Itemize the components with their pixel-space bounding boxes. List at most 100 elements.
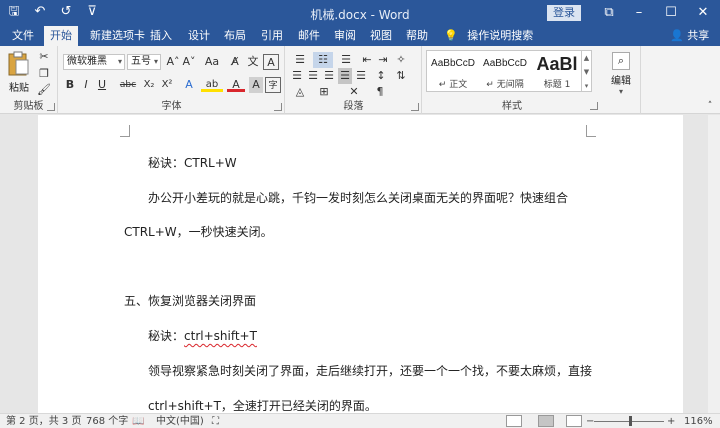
- editing-label: 编辑: [611, 76, 631, 87]
- document-page[interactable]: 秘诀：CTRL+W 办公开小差玩的就是心跳，千钧一发时刻怎么关闭桌面无关的界面呢…: [38, 115, 683, 413]
- line-spacing-icon[interactable]: ↕: [372, 68, 390, 84]
- styles-launcher-icon[interactable]: [590, 102, 598, 110]
- style-no-spacing[interactable]: AaBbCcD ↵ 无间隔: [479, 51, 531, 93]
- tab-view[interactable]: 视图: [364, 26, 398, 46]
- paste-label: 粘贴: [9, 83, 29, 94]
- style-normal[interactable]: AaBbCcD ↵ 正文: [427, 51, 479, 93]
- print-layout-icon[interactable]: [538, 415, 554, 427]
- styles-gallery-scroll[interactable]: ▲ ▼ ▾: [582, 50, 592, 92]
- person-icon: 👤: [670, 29, 684, 42]
- justify-icon[interactable]: ☰: [338, 68, 352, 84]
- font-group-label: 字体: [161, 101, 182, 112]
- tab-insert[interactable]: 插入: [144, 26, 178, 46]
- doc-paragraph: 秘诀：ctrl+shift+T: [148, 327, 257, 344]
- increase-indent-icon[interactable]: ⇥: [376, 52, 390, 68]
- align-center-icon[interactable]: ☰: [306, 68, 320, 84]
- tab-layout[interactable]: 布局: [218, 26, 252, 46]
- tab-mailings[interactable]: 邮件: [292, 26, 326, 46]
- grow-font-icon[interactable]: A˄: [165, 54, 181, 70]
- word-count[interactable]: 768 个字: [86, 415, 128, 428]
- minimize-button[interactable]: –: [624, 0, 654, 26]
- font-launcher-icon[interactable]: [274, 103, 282, 111]
- close-button[interactable]: ✕: [688, 0, 718, 26]
- zoom-level[interactable]: 116%: [684, 415, 713, 428]
- chinese-layout-icon[interactable]: ✧: [394, 52, 408, 68]
- sort-icon[interactable]: ⇅: [394, 68, 408, 84]
- zoom-in-button[interactable]: +: [667, 415, 675, 428]
- editing-button[interactable]: ⌕ 编辑 ▾: [605, 52, 637, 96]
- style-heading-1[interactable]: AaBl 标题 1: [531, 51, 583, 93]
- doc-paragraph: CTRL+W，一秒快速关闭。: [124, 225, 273, 239]
- maximize-button[interactable]: ☐: [656, 0, 686, 26]
- login-button[interactable]: 登录: [547, 5, 581, 21]
- copy-icon[interactable]: ❐: [36, 66, 52, 82]
- align-right-icon[interactable]: ☰: [322, 68, 336, 84]
- shrink-font-icon[interactable]: A˅: [181, 54, 197, 70]
- accessibility-icon[interactable]: ⛶: [212, 415, 219, 428]
- language-indicator[interactable]: 中文(中国): [156, 415, 204, 428]
- spelling-marked-text[interactable]: ctrl+shift+T: [184, 329, 257, 343]
- more-styles-icon[interactable]: ▾: [582, 79, 591, 93]
- tab-home[interactable]: 开始: [44, 26, 78, 46]
- character-shading-icon[interactable]: A: [249, 77, 263, 93]
- decrease-indent-icon[interactable]: ⇤: [360, 52, 374, 68]
- tell-me-search[interactable]: 💡 操作说明搜索: [444, 26, 533, 46]
- spelling-marked-text[interactable]: ctrl+shift+T: [148, 399, 221, 413]
- tell-me-label: 操作说明搜索: [467, 29, 534, 42]
- proofing-icon[interactable]: 📖: [132, 415, 144, 428]
- read-mode-icon[interactable]: [506, 415, 522, 427]
- multilevel-list-icon[interactable]: ☰: [336, 52, 356, 68]
- styles-group-label: 样式: [502, 101, 522, 112]
- chevron-up-icon[interactable]: ▲: [582, 51, 591, 65]
- phonetic-guide-icon[interactable]: 文: [245, 54, 261, 70]
- clear-formatting-icon[interactable]: A̸: [227, 54, 243, 70]
- bold-button[interactable]: B: [63, 77, 77, 93]
- document-area: 秘诀：CTRL+W 办公开小差玩的就是心跳，千钧一发时刻怎么关闭桌面无关的界面呢…: [0, 115, 720, 413]
- character-border-icon[interactable]: 字: [265, 77, 281, 93]
- tab-references[interactable]: 引用: [255, 26, 289, 46]
- strikethrough-button[interactable]: abc: [117, 77, 139, 93]
- tab-review[interactable]: 审阅: [328, 26, 362, 46]
- page-corner-mark: [586, 125, 596, 137]
- align-left-icon[interactable]: ☰: [290, 68, 304, 84]
- enclose-characters-icon[interactable]: A: [263, 54, 279, 70]
- distributed-icon[interactable]: ☰: [354, 68, 368, 84]
- doc-paragraph: 领导视察紧急时刻关闭了界面，走后继续打开，还要一个一个找，不要太麻烦，直接: [148, 364, 593, 378]
- tab-file[interactable]: 文件: [6, 26, 40, 46]
- font-size-select[interactable]: 五号 ▾: [127, 54, 161, 70]
- style-no-spacing-name: ↵ 无间隔: [486, 80, 524, 90]
- format-painter-icon[interactable]: 🖌: [36, 82, 52, 98]
- numbering-icon[interactable]: ☷: [313, 52, 333, 68]
- font-color-icon[interactable]: A: [227, 77, 245, 92]
- tab-new-tab[interactable]: 新建选项卡: [84, 26, 151, 46]
- clipboard-group: 粘贴 ✂ ❐ 🖌 剪贴板: [0, 46, 58, 114]
- underline-button[interactable]: U: [95, 77, 109, 93]
- tab-help[interactable]: 帮助: [400, 26, 434, 46]
- tab-design[interactable]: 设计: [182, 26, 216, 46]
- paragraph-launcher-icon[interactable]: [411, 103, 419, 111]
- cut-icon[interactable]: ✂: [36, 49, 52, 65]
- clipboard-launcher-icon[interactable]: [47, 103, 55, 111]
- editing-group: ⌕ 编辑 ▾: [601, 46, 641, 114]
- page-count[interactable]: 第 2 页，共 3 页: [6, 415, 81, 428]
- ribbon-display-options-icon[interactable]: ⧉: [594, 0, 624, 26]
- web-layout-icon[interactable]: [566, 415, 582, 427]
- vertical-scrollbar[interactable]: [708, 115, 720, 413]
- subscript-button[interactable]: X₂: [141, 77, 157, 93]
- bullets-icon[interactable]: ☰: [290, 52, 310, 68]
- change-case-icon[interactable]: Aa: [201, 54, 223, 70]
- styles-gallery: AaBbCcD ↵ 正文 AaBbCcD ↵ 无间隔 AaBl 标题 1: [426, 50, 582, 92]
- doc-paragraph: 办公开小差玩的就是心跳，千钧一发时刻怎么关闭桌面无关的界面呢？快速组合: [148, 191, 569, 205]
- zoom-slider-thumb[interactable]: [629, 416, 633, 426]
- superscript-button[interactable]: X²: [159, 77, 175, 93]
- ribbon-tabs: 文件 开始 新建选项卡 插入 设计 布局 引用 邮件 审阅 视图 帮助 💡 操作…: [0, 26, 720, 46]
- collapse-ribbon-icon[interactable]: ˄: [704, 98, 716, 114]
- share-button[interactable]: 👤 共享: [670, 26, 709, 46]
- text-effects-icon[interactable]: A: [181, 77, 197, 93]
- font-name-select[interactable]: 微软雅黑 ▾: [63, 54, 125, 70]
- paste-button[interactable]: 粘贴: [6, 50, 32, 94]
- highlight-color-icon[interactable]: ab: [201, 77, 223, 92]
- chevron-down-icon[interactable]: ▼: [582, 65, 591, 79]
- italic-button[interactable]: I: [79, 77, 93, 93]
- font-name-value: 微软雅黑: [67, 56, 107, 67]
